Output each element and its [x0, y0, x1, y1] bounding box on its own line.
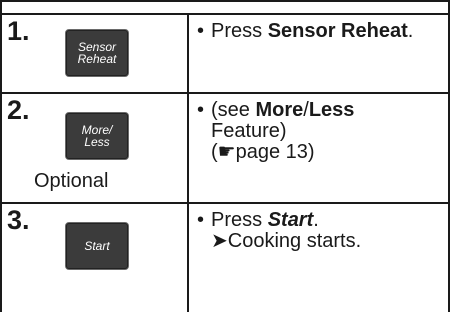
step-3-number: 3. — [7, 205, 30, 235]
step-2-instruction-cell: • (see More/Less Feature) (☛page 13) — [187, 92, 450, 204]
steps-table: 1. Sensor Reheat • Press Sensor Reheat. 2… — [0, 13, 450, 312]
step-2-page-reference: page 13) — [235, 141, 315, 163]
bullet: • — [197, 99, 205, 121]
step-1-left-cell: 1. Sensor Reheat — [0, 13, 189, 94]
step-1-suffix: . — [407, 20, 414, 42]
optional-label: Optional — [34, 170, 109, 192]
arrow-right-icon: ➤ — [211, 230, 228, 252]
step-1-number: 1. — [7, 16, 30, 46]
more-less-key: More/ Less — [66, 113, 128, 159]
step-3-prefix: Press — [211, 209, 268, 231]
step-2-number: 2. — [7, 95, 30, 125]
step-3-emphasis: Start — [267, 209, 314, 231]
table-row: 3. Start • Press Start. ➤Cooking starts. — [0, 202, 450, 312]
step-1-instruction: • Press Sensor Reheat. — [189, 15, 448, 42]
step-3-instruction-cell: • Press Start. ➤Cooking starts. — [187, 202, 450, 312]
step-2-feature-line: Feature) — [211, 120, 287, 142]
sensor-reheat-key: Sensor Reheat — [66, 30, 128, 76]
step-3-left-cell: 3. Start — [0, 202, 189, 312]
step-2-see-prefix: (see — [211, 99, 256, 121]
more-less-key-line2: Less — [84, 135, 110, 149]
sensor-reheat-key-line2: Reheat — [77, 52, 117, 66]
bullet: • — [197, 209, 205, 231]
start-key-label: Start — [84, 239, 110, 253]
step-2-instruction: • (see More/Less Feature) (☛page 13) — [189, 94, 448, 163]
start-key: Start — [66, 223, 128, 269]
step-3-suffix: . — [313, 209, 319, 231]
table-row: 1. Sensor Reheat • Press Sensor Reheat. — [0, 13, 450, 94]
table-top-band — [0, 0, 450, 13]
step-2-left-cell: 2. More/ Less Optional — [0, 92, 189, 204]
instruction-table: 1. Sensor Reheat • Press Sensor Reheat. 2… — [0, 0, 457, 312]
step-3-instruction: • Press Start. ➤Cooking starts. — [189, 204, 448, 252]
step-1-prefix: Press — [211, 20, 268, 42]
table-row: 2. More/ Less Optional • (see More/Less F… — [0, 92, 450, 204]
step-3-result: Cooking starts. — [227, 230, 362, 252]
step-2-paren-open: ( — [211, 141, 218, 163]
step-2-more: More — [255, 99, 304, 121]
pointing-hand-icon: ☛ — [217, 141, 236, 163]
step-1-emphasis: Sensor Reheat — [267, 20, 408, 42]
step-1-instruction-cell: • Press Sensor Reheat. — [187, 13, 450, 94]
bullet: • — [197, 20, 205, 42]
step-2-less: Less — [308, 99, 355, 121]
